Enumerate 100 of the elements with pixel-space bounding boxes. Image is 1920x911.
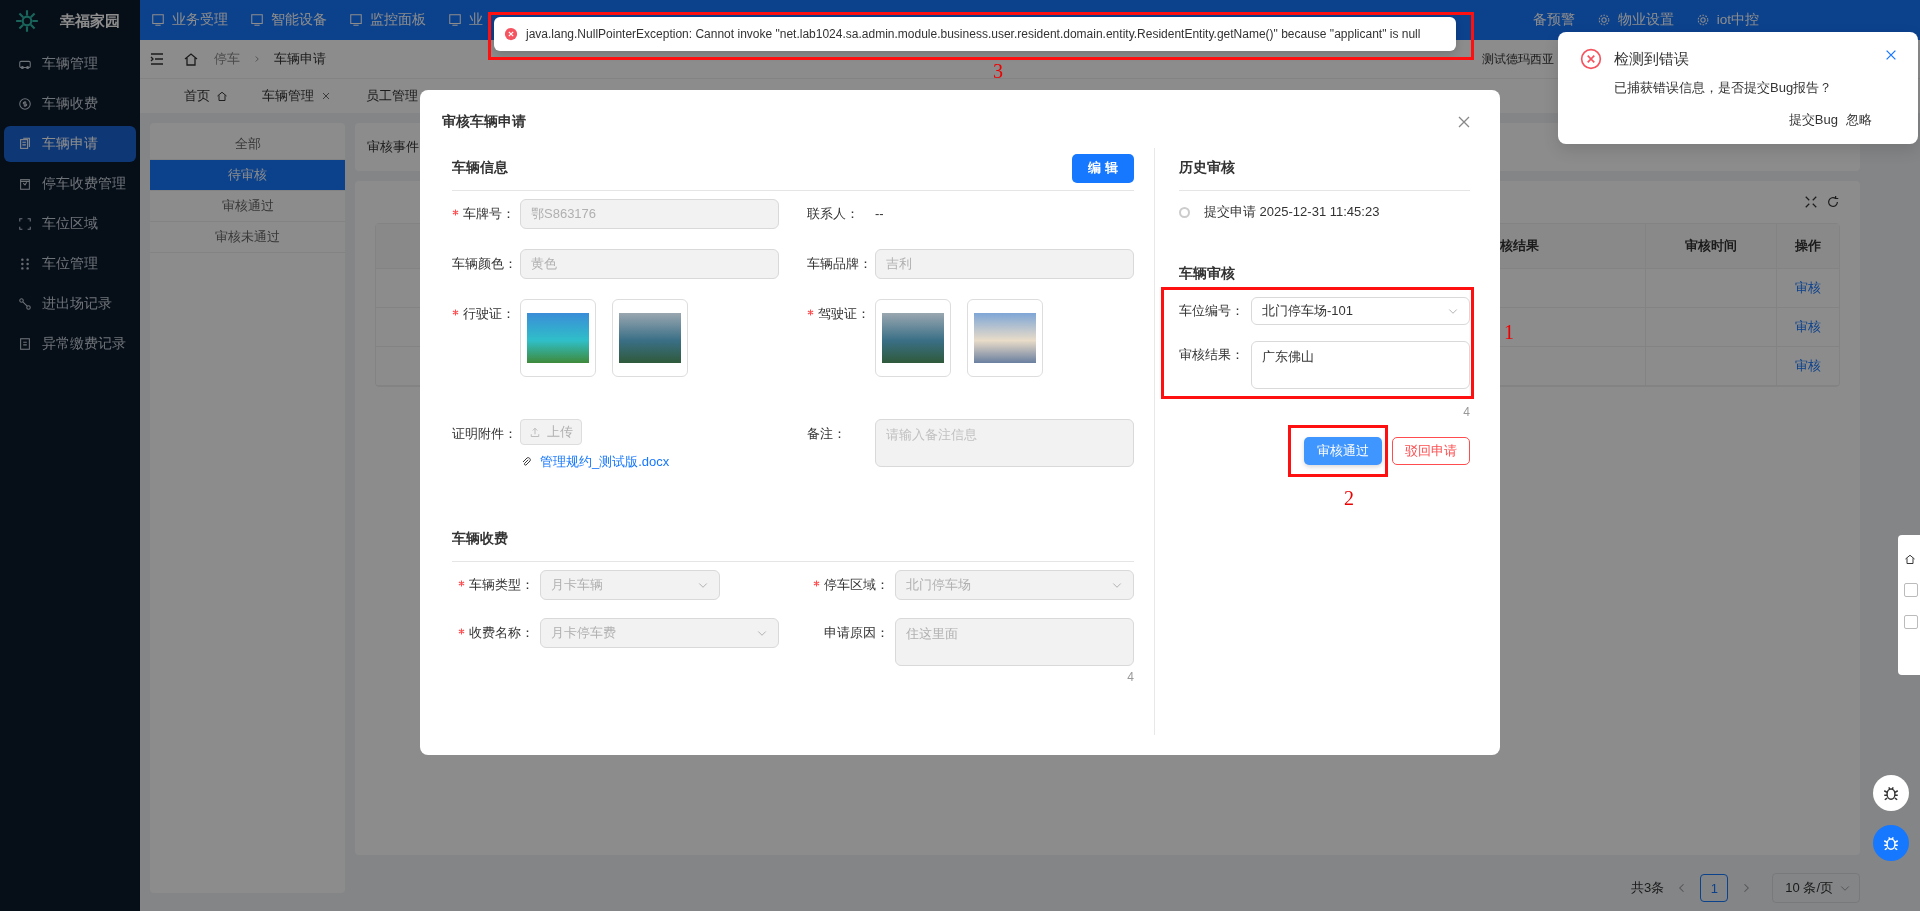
- required-asterisk-icon: [452, 309, 459, 316]
- photo-placeholder: [974, 313, 1036, 363]
- monitor-icon: [151, 13, 165, 27]
- sidebar-item[interactable]: 进出场记录: [4, 286, 136, 322]
- review-link[interactable]: 审核: [1795, 357, 1821, 375]
- sidebar-item[interactable]: 车位区域: [4, 206, 136, 242]
- sidebar-item[interactable]: 车位管理: [4, 246, 136, 282]
- required-asterisk-icon: [813, 580, 820, 587]
- review-link[interactable]: 审核: [1795, 318, 1821, 336]
- sidebar-item[interactable]: 车辆管理: [4, 46, 136, 82]
- annotation-number: 2: [1344, 487, 1354, 510]
- calendar-icon: [18, 177, 32, 191]
- home-icon: [216, 90, 228, 102]
- total-count: 共3条: [1631, 879, 1665, 897]
- field-label: 行驶证：: [452, 299, 520, 329]
- home-icon[interactable]: [1904, 553, 1916, 565]
- section-title: 车辆审核: [1179, 265, 1236, 283]
- image-thumbnail[interactable]: [967, 299, 1043, 377]
- field-label: 备注：: [807, 425, 847, 443]
- required-asterisk-icon: [458, 580, 465, 587]
- nav-item[interactable]: 物业设置: [1585, 11, 1685, 29]
- filter-item[interactable]: 审核未通过: [150, 222, 345, 253]
- field-label: 车牌号：: [452, 199, 520, 229]
- section-title: 车辆信息: [452, 159, 508, 177]
- nav-item[interactable]: 业: [437, 11, 483, 29]
- document-icon: [18, 137, 32, 151]
- filter-item[interactable]: 审核通过: [150, 191, 345, 222]
- field-label: 证明附件：: [452, 425, 518, 443]
- nav-item[interactable]: 监控面板: [338, 11, 437, 29]
- page-number[interactable]: 1: [1700, 874, 1729, 902]
- sidebar-item[interactable]: 车辆收费: [4, 86, 136, 122]
- close-icon[interactable]: [1456, 114, 1472, 130]
- annotation-number: 3: [993, 60, 1003, 83]
- bug-button[interactable]: [1873, 775, 1909, 811]
- monitor-icon: [448, 13, 462, 27]
- nav-item[interactable]: 业务受理: [140, 11, 239, 29]
- filter-item[interactable]: 待审核: [150, 160, 345, 191]
- user-name[interactable]: 测试德玛西亚: [1482, 50, 1554, 68]
- character-count: 4: [1127, 670, 1134, 684]
- search-label: 审核事件: [367, 138, 419, 156]
- column-header: 审核时间: [1646, 224, 1777, 268]
- gear-icon: [1695, 13, 1710, 27]
- select-field[interactable]: 北门停车场-101: [1251, 297, 1470, 325]
- page-tab[interactable]: 车辆管理: [248, 81, 346, 111]
- image-thumbnail[interactable]: [520, 299, 596, 377]
- monitor-icon: [250, 13, 264, 27]
- nav-item[interactable]: 智能设备: [239, 11, 338, 29]
- field-label: 申请原因：: [823, 624, 889, 642]
- error-icon: [504, 27, 518, 41]
- field-label: 收费名称：: [452, 618, 534, 648]
- section-title: 历史审核: [1179, 159, 1235, 177]
- frame-corners-icon: [18, 217, 32, 231]
- required-asterisk-icon: [458, 628, 465, 635]
- checkbox[interactable]: [1904, 615, 1918, 629]
- notification-message: 已捕获错误信息，是否提交Bug报告？: [1614, 79, 1834, 97]
- route-icon: [18, 297, 32, 311]
- refresh-icon[interactable]: [1826, 195, 1840, 209]
- bug-icon: [1882, 784, 1900, 802]
- gear-icon: [1596, 13, 1611, 27]
- notification-title: 检测到错误: [1614, 50, 1690, 69]
- close-icon[interactable]: [1884, 48, 1898, 62]
- sidebar-item[interactable]: 车辆申请: [4, 126, 136, 162]
- character-count: 4: [1462, 405, 1470, 419]
- sidebar-item[interactable]: 异常缴费记录: [4, 326, 136, 362]
- reject-button[interactable]: 驳回申请: [1392, 437, 1470, 465]
- checkbox[interactable]: [1904, 583, 1918, 597]
- field-label: 审核结果：: [1179, 346, 1245, 364]
- error-text: java.lang.NullPointerException: Cannot invoke "net.lab1024.sa.admin.module.business.user.resident.domain.entity.ResidentEntity.getName()" because "applicant" is null: [526, 27, 1421, 41]
- breadcrumb-item[interactable]: 车辆申请: [274, 50, 326, 68]
- close-icon[interactable]: [320, 90, 332, 102]
- flower-logo-icon: [14, 8, 40, 34]
- dots-icon: [18, 257, 32, 271]
- photo-placeholder: [882, 313, 944, 363]
- field-label: 驾驶证：: [807, 299, 875, 329]
- fullscreen-icon[interactable]: [1804, 195, 1818, 209]
- column-header: 操作: [1794, 237, 1822, 255]
- page-size-select[interactable]: 10 条/页: [1772, 873, 1860, 903]
- edit-button[interactable]: 编 辑: [1072, 153, 1134, 183]
- approve-button[interactable]: 审核通过: [1304, 437, 1382, 465]
- app-name: 幸福家园: [60, 11, 120, 31]
- review-link[interactable]: 审核: [1795, 279, 1821, 297]
- required-asterisk-icon: [807, 309, 814, 316]
- nav-item[interactable]: iot中控: [1684, 11, 1770, 29]
- document-icon: [18, 337, 32, 351]
- notification-action[interactable]: 忽略: [1846, 111, 1872, 129]
- breadcrumb-item[interactable]: 停车: [214, 50, 240, 68]
- notification-action[interactable]: 提交Bug: [1788, 111, 1838, 129]
- page-tab[interactable]: 首页: [170, 81, 242, 111]
- nav-item[interactable]: 备预警: [1521, 11, 1586, 29]
- field-label: 车辆颜色：: [452, 255, 518, 273]
- image-thumbnail[interactable]: [875, 299, 951, 377]
- paperclip-icon: [520, 456, 532, 468]
- dialog-title: 审核车辆申请: [442, 113, 526, 131]
- field-label: 停车区域：: [807, 570, 889, 600]
- required-asterisk-icon: [452, 209, 459, 216]
- image-thumbnail[interactable]: [612, 299, 688, 377]
- sidebar-item[interactable]: 停车收费管理: [4, 166, 136, 202]
- section-title: 车辆收费: [452, 530, 508, 548]
- result-field[interactable]: 广东佛山: [1251, 341, 1470, 389]
- field-value: --: [875, 205, 885, 223]
